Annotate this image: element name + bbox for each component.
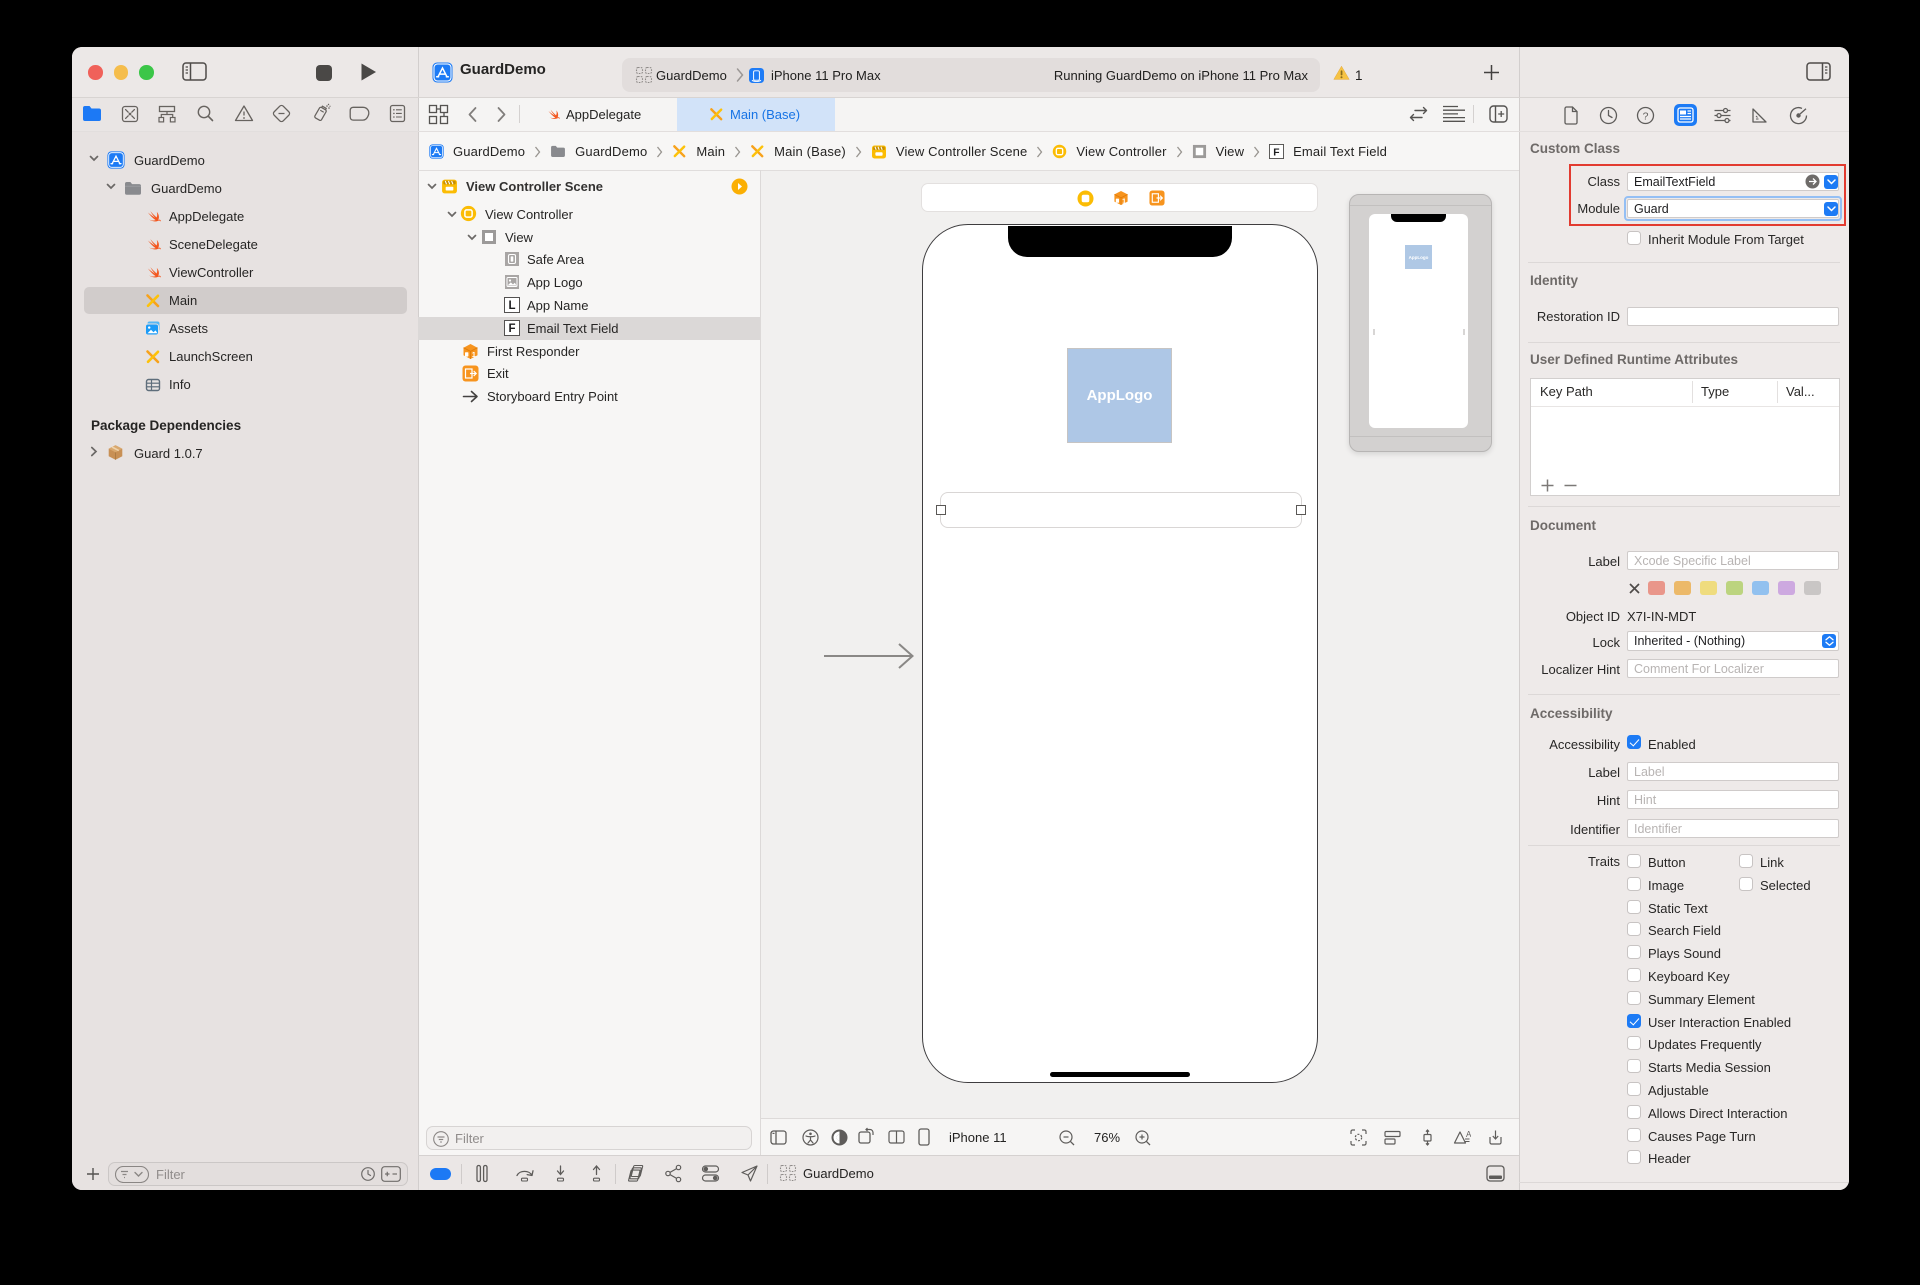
svg-text:1: 1: [1122, 198, 1126, 205]
svg-text:?: ?: [1643, 110, 1649, 122]
svg-text:A: A: [1466, 1130, 1471, 1139]
svg-text:F: F: [508, 323, 515, 335]
svg-text:1: 1: [472, 350, 476, 359]
svg-text:F: F: [1273, 147, 1279, 158]
svg-text:L: L: [508, 300, 515, 312]
